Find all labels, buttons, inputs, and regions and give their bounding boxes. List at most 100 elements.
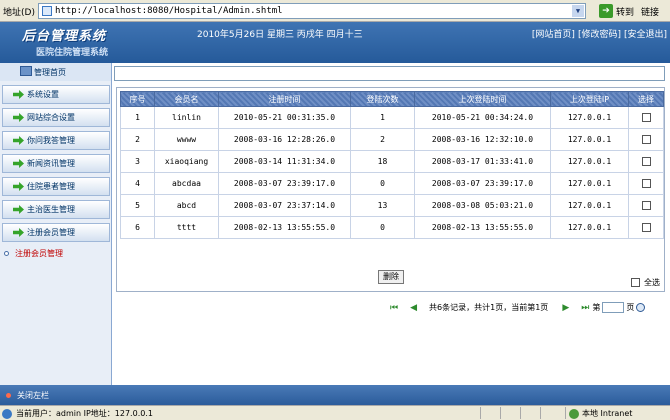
system-subtitle: 医院住院管理系统 — [36, 48, 109, 58]
prev-page-icon[interactable]: ◀ — [410, 303, 417, 313]
table-row: 1 linlin 2010-05-21 00:31:35.0 1 2010-05… — [120, 106, 664, 129]
cell-index: 3 — [120, 150, 155, 173]
logo: 后台管理系统 — [22, 29, 107, 44]
select-all-label: 全选 — [644, 278, 660, 287]
status-zone: 本地 Intranet — [569, 408, 632, 419]
col-header-reg-time[interactable]: 注册时间 — [218, 91, 351, 107]
last-page-icon[interactable]: ⏭ — [581, 303, 589, 313]
arrow-right-icon — [13, 136, 24, 145]
address-bar: 地址(D) http://localhost:8080/Hospital/Adm… — [0, 0, 670, 22]
cell-index: 6 — [120, 216, 155, 239]
cell-login-count: 18 — [350, 150, 415, 173]
row-checkbox[interactable] — [641, 135, 651, 144]
sidebar-item-patients[interactable]: 住院患者管理 — [2, 177, 110, 196]
select-all-checkbox[interactable] — [631, 278, 640, 287]
chevron-down-icon[interactable]: ▼ — [572, 5, 584, 17]
row-checkbox[interactable] — [641, 201, 651, 210]
arrow-right-icon — [13, 90, 24, 99]
sidebar-item-members[interactable]: 注册会员管理 — [2, 223, 110, 242]
cell-reg-time: 2008-03-07 23:39:17.0 — [218, 172, 351, 195]
cell-login-count: 1 — [350, 106, 415, 129]
change-password-link[interactable]: [修改密码] — [578, 27, 621, 40]
sidebar-item-label: 系统设置 — [27, 90, 59, 99]
cell-last-ip: 127.0.0.1 — [550, 128, 629, 151]
table-row: 5 abcd 2008-03-07 23:37:14.0 13 2008-03-… — [120, 194, 664, 217]
sidebar-item-label: 住院患者管理 — [27, 182, 75, 191]
col-header-last-login[interactable]: 上次登陆时间 — [414, 91, 551, 107]
select-all: 全选 — [631, 277, 660, 288]
status-user: 当前用户：admin IP地址：127.0.0.1 — [2, 408, 153, 419]
table-header-row: 序号 会员名 注册时间 登陆次数 上次登陆时间 上次登陆IP 选择 — [120, 91, 664, 107]
sidebar-item-system-settings[interactable]: 系统设置 — [2, 85, 110, 104]
monitor-icon — [20, 66, 32, 76]
delete-button[interactable]: 删除 — [378, 270, 404, 284]
cell-member: abcdaa — [154, 172, 219, 195]
cell-last-ip: 127.0.0.1 — [550, 194, 629, 217]
cell-reg-time: 2008-03-07 23:37:14.0 — [218, 194, 351, 217]
sidebar-title-label: 管理首页 — [34, 67, 66, 77]
go-button[interactable]: ➔ 转到 — [599, 4, 634, 18]
arrow-right-icon — [13, 205, 24, 214]
cell-member: tttt — [154, 216, 219, 239]
col-header-index[interactable]: 序号 — [120, 91, 155, 107]
app-header: 后台管理系统 医院住院管理系统 2010年5月26日 星期三 丙戌年 四月十三 … — [0, 22, 670, 63]
cell-login-count: 2 — [350, 128, 415, 151]
sidebar-item-site-settings[interactable]: 网站综合设置 — [2, 108, 110, 127]
sidebar-subitem-members[interactable]: 注册会员管理 — [4, 248, 111, 259]
row-checkbox[interactable] — [641, 223, 651, 232]
footer-bar: 关闭左栏 — [0, 385, 670, 405]
top-search-bar[interactable] — [114, 66, 665, 81]
cell-last-login: 2008-03-07 23:39:17.0 — [414, 172, 551, 195]
close-left-panel-button[interactable]: 关闭左栏 — [6, 390, 49, 401]
cell-member: abcd — [154, 194, 219, 217]
table-row: 4 abcdaa 2008-03-07 23:39:17.0 0 2008-03… — [120, 172, 664, 195]
status-divider — [520, 407, 521, 419]
goto-page-input[interactable] — [602, 302, 625, 313]
row-checkbox[interactable] — [641, 157, 651, 166]
status-divider — [480, 407, 481, 419]
row-checkbox[interactable] — [641, 179, 651, 188]
pagination: ⏮ ◀ 共6条记录，共计1页，当前第1页 ▶ ⏭ 第 页 — [390, 302, 646, 313]
logout-link[interactable]: [安全退出] — [624, 27, 667, 40]
status-bar: 当前用户：admin IP地址：127.0.0.1 本地 Intranet — [0, 405, 670, 420]
cell-index: 5 — [120, 194, 155, 217]
sidebar-item-label: 注册会员管理 — [27, 228, 75, 237]
status-divider — [540, 407, 541, 419]
cell-last-login: 2008-03-17 01:33:41.0 — [414, 150, 551, 173]
links-button[interactable]: 链接 — [641, 5, 659, 18]
sidebar-item-news[interactable]: 新闻资讯管理 — [2, 154, 110, 173]
col-header-member[interactable]: 会员名 — [154, 91, 219, 107]
cell-login-count: 0 — [350, 216, 415, 239]
cell-last-login: 2008-03-16 12:32:10.0 — [414, 128, 551, 151]
home-link[interactable]: [网站首页] — [532, 27, 575, 40]
row-checkbox[interactable] — [641, 113, 651, 122]
cell-select — [628, 150, 664, 173]
cell-member: linlin — [154, 106, 219, 129]
goto-page: 第 页 — [592, 302, 646, 313]
col-header-last-ip[interactable]: 上次登陆IP — [550, 91, 629, 107]
sidebar-subitem-label: 注册会员管理 — [15, 249, 63, 258]
cell-reg-time: 2008-03-16 12:28:26.0 — [218, 128, 351, 151]
status-divider — [565, 407, 566, 419]
cell-select — [628, 194, 664, 217]
page-icon — [42, 6, 52, 16]
cell-last-ip: 127.0.0.1 — [550, 106, 629, 129]
url-input[interactable]: http://localhost:8080/Hospital/Admin.sht… — [38, 3, 586, 19]
cell-index: 2 — [120, 128, 155, 151]
sidebar-item-qa[interactable]: 你问我答管理 — [2, 131, 110, 150]
next-page-icon[interactable]: ▶ — [562, 303, 569, 313]
globe-icon — [569, 408, 579, 419]
sidebar-item-doctors[interactable]: 主治医生管理 — [2, 200, 110, 219]
goto-go-icon[interactable] — [636, 303, 646, 312]
first-page-icon[interactable]: ⏮ — [390, 303, 398, 313]
url-text: http://localhost:8080/Hospital/Admin.sht… — [55, 6, 283, 16]
go-label: 转到 — [616, 7, 635, 18]
member-table: 序号 会员名 注册时间 登陆次数 上次登陆时间 上次登陆IP 选择 1 linl… — [120, 91, 664, 239]
sidebar-item-label: 网站综合设置 — [27, 113, 75, 122]
col-header-login-count[interactable]: 登陆次数 — [350, 91, 415, 107]
status-divider — [500, 407, 501, 419]
sidebar-title[interactable]: 管理首页 — [0, 63, 111, 81]
top-links: [网站首页] [修改密码] [安全退出] — [529, 27, 667, 40]
arrow-right-icon — [13, 113, 24, 122]
arrow-right-icon — [13, 182, 24, 191]
